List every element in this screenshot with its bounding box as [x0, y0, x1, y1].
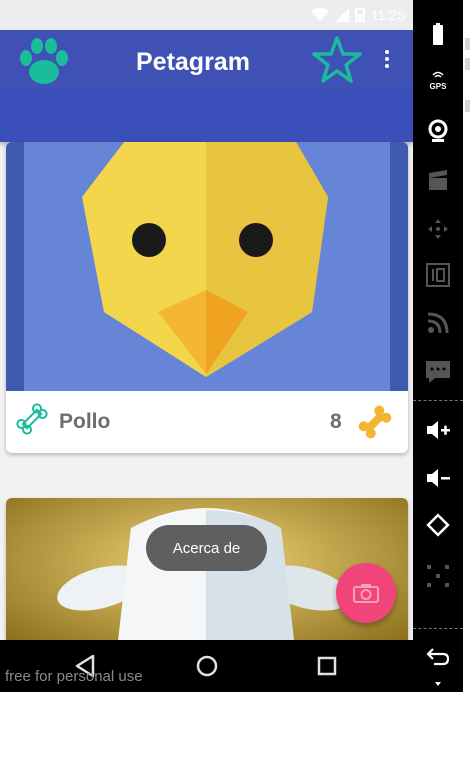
toolbar-extension [0, 90, 413, 142]
camera-fab[interactable] [336, 563, 396, 623]
more-vert-icon[interactable] [380, 50, 394, 72]
camera-icon [353, 584, 379, 603]
emulator-side-panel: GPS [413, 0, 463, 692]
status-time: 11:25 [371, 7, 405, 23]
edge-marker [465, 100, 470, 112]
bone-outline-icon[interactable] [14, 401, 50, 437]
app-title: Petagram [136, 48, 250, 76]
volume-down-icon[interactable] [425, 465, 451, 491]
chick-illustration [6, 142, 408, 391]
chat-icon[interactable] [425, 358, 451, 384]
phone-screen: 11:25 Petagram Pollo 8 Acerca de free fo… [0, 0, 413, 692]
pet-card[interactable]: Pollo 8 [6, 142, 408, 453]
battery-status-icon [355, 8, 365, 22]
star-icon[interactable] [311, 35, 363, 85]
back-icon[interactable] [425, 643, 451, 669]
rss-icon[interactable] [425, 310, 451, 336]
edge-marker [465, 38, 470, 50]
gps-label: GPS [430, 82, 448, 91]
grid-icon[interactable] [425, 563, 451, 589]
gps-icon[interactable]: GPS [425, 66, 451, 92]
id-icon[interactable] [425, 262, 451, 288]
battery-icon[interactable] [425, 22, 451, 48]
status-bar: 11:25 [0, 0, 413, 30]
edge-marker [465, 58, 470, 70]
rotate-icon[interactable] [425, 512, 451, 538]
pet-name: Pollo [59, 410, 111, 433]
app-bar: Petagram [0, 30, 413, 90]
volume-up-icon[interactable] [425, 417, 451, 443]
rating-count: 8 [330, 410, 342, 433]
watermark-text: free for personal use [5, 668, 143, 685]
bone-gold-icon [358, 405, 392, 439]
camera-icon[interactable] [425, 118, 451, 144]
expand-icon[interactable] [425, 676, 451, 690]
card-footer: Pollo 8 [6, 391, 408, 453]
panel-separator [413, 400, 463, 401]
signal-icon [335, 8, 349, 22]
panel-separator [413, 628, 463, 629]
home-icon[interactable] [194, 653, 220, 679]
toast-message: Acerca de [146, 525, 267, 571]
move-icon[interactable] [425, 216, 451, 242]
recents-icon[interactable] [314, 653, 340, 679]
video-icon[interactable] [425, 168, 451, 194]
wifi-icon [311, 8, 329, 21]
paw-icon [20, 38, 68, 84]
